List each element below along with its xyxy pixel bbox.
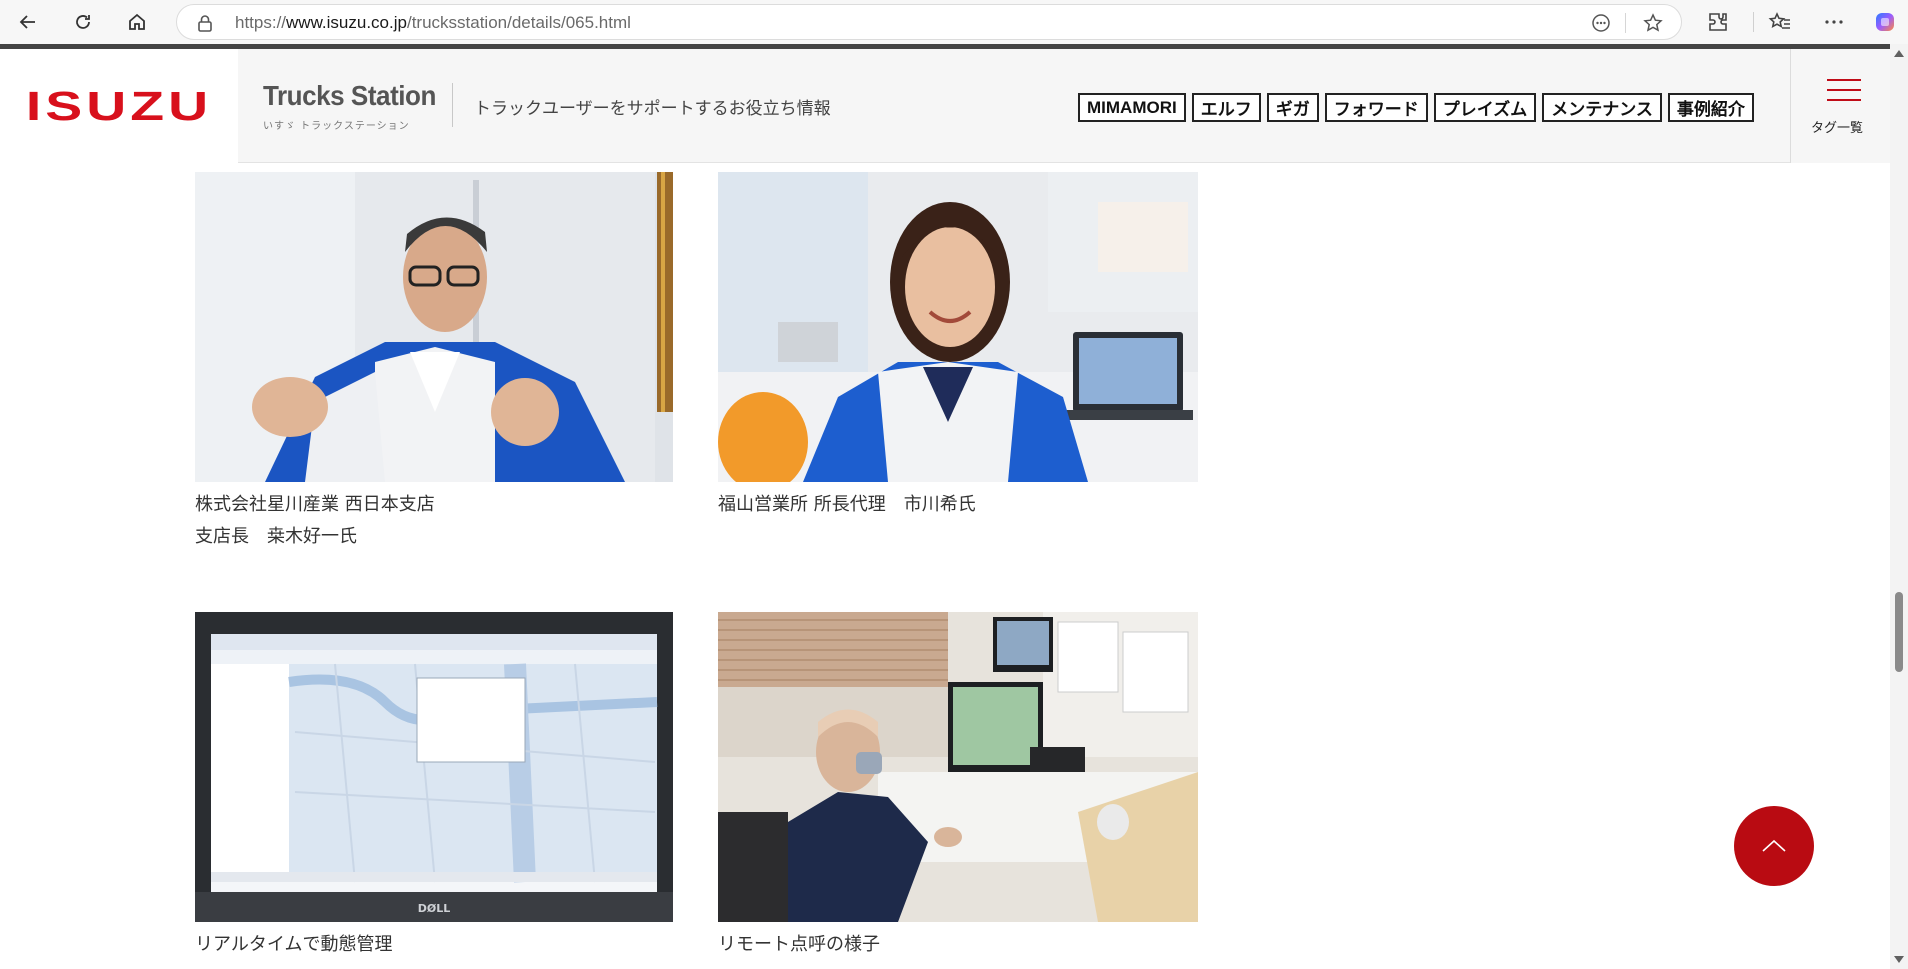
toolbar-separator [1753,12,1754,32]
tag-case-studies[interactable]: 事例紹介 [1667,93,1754,122]
caption-deputy-manager: 福山営業所 所長代理 市川希氏 [718,494,976,515]
page-viewport: ISUZU Trucks Station いすゞ トラックステーション トラック… [0,44,1890,969]
tag-mimamori[interactable]: MIMAMORI [1078,93,1186,122]
vertical-scrollbar[interactable] [1890,44,1908,969]
tag-nav: MIMAMORI エルフ ギガ フォワード プレイズム メンテナンス 事例紹介 [1078,93,1754,122]
reading-mode-icon[interactable] [1591,13,1611,33]
tag-giga[interactable]: ギガ [1266,93,1319,122]
site-title[interactable]: Trucks Station [263,80,436,112]
chevron-up-icon [1762,839,1786,852]
browser-toolbar: https://www.isuzu.co.jp/trucksstation/de… [0,0,1908,44]
refresh-icon [76,15,90,29]
photo-deputy-manager [718,172,1198,482]
caption-branch-manager: 株式会社星川産業 西日本支店 支店長 桒木好一氏 [195,494,435,547]
tag-forward[interactable]: フォワード [1324,93,1428,122]
site-header: ISUZU Trucks Station いすゞ トラックステーション トラック… [0,49,1890,163]
scroll-up-arrow[interactable] [1894,50,1904,57]
menu-label: タグ一覧 [1811,121,1864,136]
caption-remote-rollcall: リモート点呼の様子 [718,934,880,955]
refresh-button[interactable] [68,7,98,37]
caption-realtime-tracking: リアルタイムで動態管理 [195,934,393,955]
site-subtitle: いすゞ トラックステーション [263,121,410,132]
hamburger-icon [1827,79,1861,101]
lock-icon [198,15,212,32]
url-text: https://www.isuzu.co.jp/trucksstation/de… [235,13,631,32]
home-button[interactable] [122,7,152,37]
scroll-down-arrow[interactable] [1894,956,1904,963]
photo-realtime-tracking: DØLL [195,612,673,922]
photo-branch-manager [195,172,673,482]
tag-list-menu-button[interactable]: タグ一覧 [1790,49,1890,163]
address-separator [1625,13,1626,33]
laptop-brand-logo: DØLL [418,902,451,915]
photo-remote-rollcall [718,612,1198,922]
copilot-icon[interactable] [1873,10,1897,34]
isuzu-logo[interactable]: ISUZU [0,49,238,163]
extensions-icon[interactable] [1706,10,1730,34]
more-options-icon[interactable] [1822,10,1846,34]
scroll-to-top-button[interactable] [1734,806,1814,886]
home-icon [129,13,145,30]
header-divider [452,83,453,127]
scrollbar-thumb[interactable] [1895,592,1903,672]
tag-preism[interactable]: プレイズム [1433,93,1537,122]
star-icon[interactable] [1643,13,1663,33]
tag-elf[interactable]: エルフ [1191,93,1261,122]
tagline: トラックユーザーをサポートするお役立ち情報 [474,99,831,119]
arrow-left-icon [19,15,35,29]
tag-maintenance[interactable]: メンテナンス [1542,93,1662,122]
address-bar[interactable]: https://www.isuzu.co.jp/trucksstation/de… [176,4,1682,40]
back-button[interactable] [13,7,43,37]
favorites-icon[interactable] [1768,10,1792,34]
